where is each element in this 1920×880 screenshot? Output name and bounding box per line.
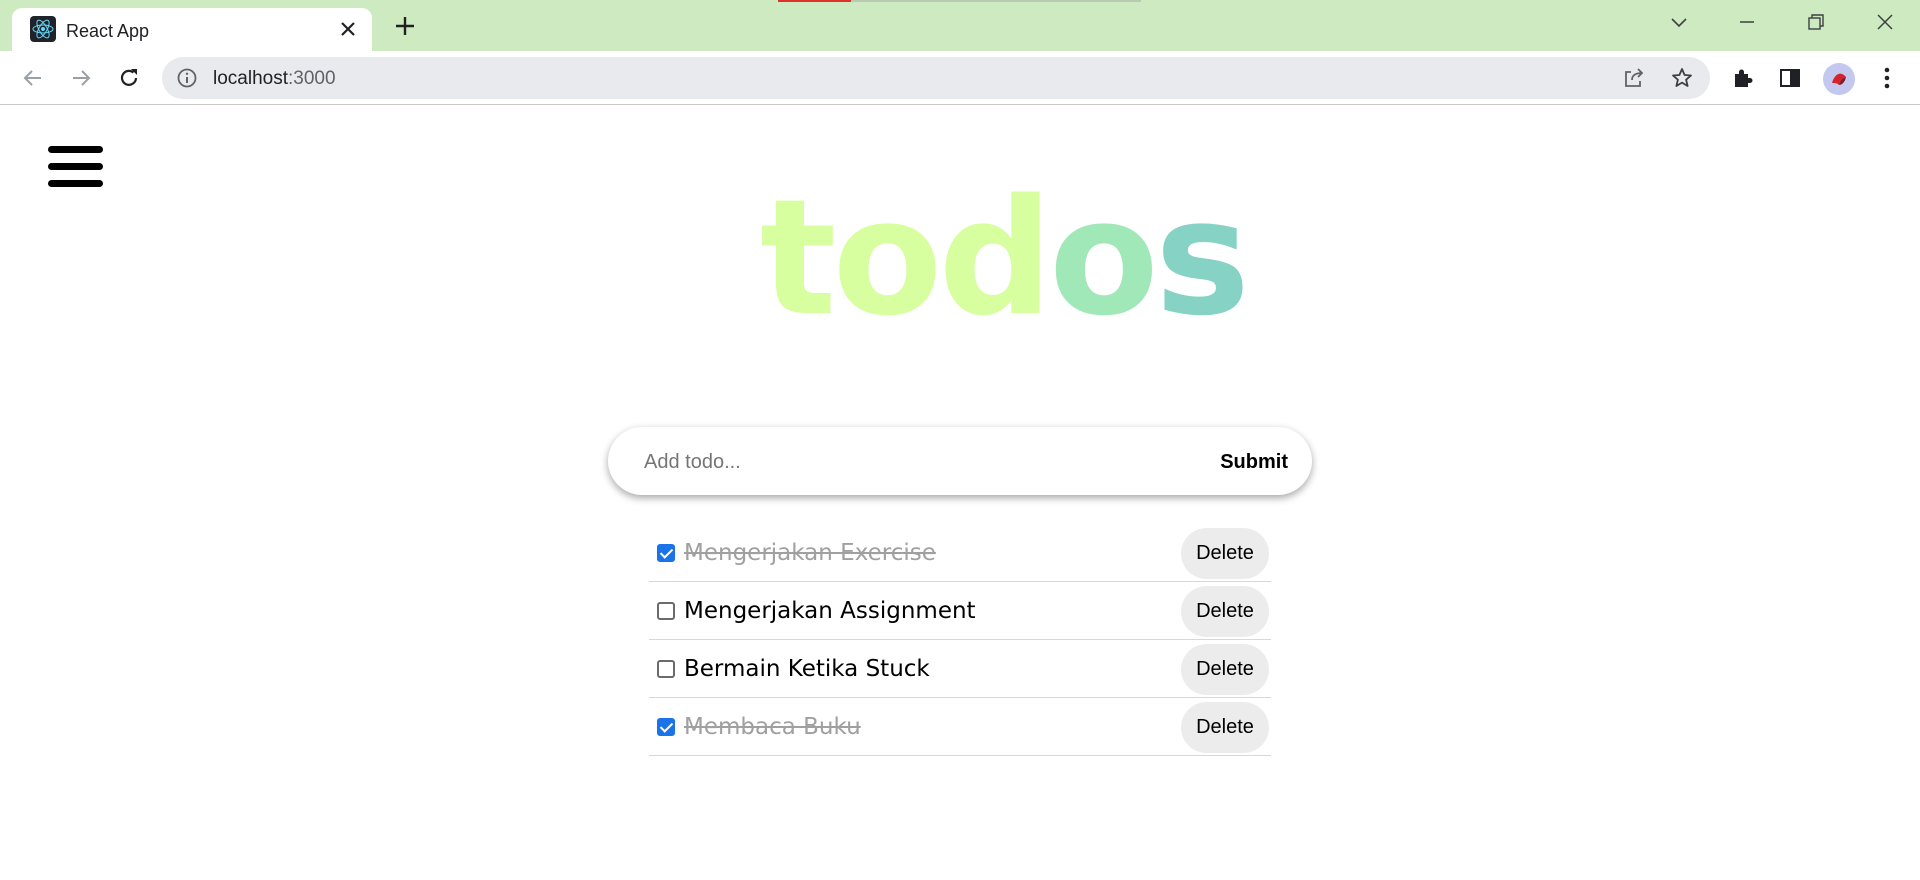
submit-button[interactable]: Submit [1220,445,1288,479]
plus-icon[interactable] [389,10,421,42]
todo-checkbox[interactable] [657,660,675,678]
star-icon[interactable] [1670,66,1694,90]
hamburger-icon[interactable] [48,146,104,188]
delete-button[interactable]: Delete [1181,528,1269,579]
todo-text: Mengerjakan Exercise [684,540,936,566]
todo-item: Membaca Buku Delete [649,698,1271,756]
todo-list: Mengerjakan Exercise Delete Mengerjakan … [649,524,1271,756]
todo-checkbox[interactable] [657,718,675,736]
add-todo-form: Submit [608,427,1312,495]
delete-button[interactable]: Delete [1181,586,1269,637]
share-icon[interactable] [1622,66,1646,90]
loading-indicator [778,0,851,2]
info-icon[interactable] [176,67,198,89]
todo-item: Bermain Ketika Stuck Delete [649,640,1271,698]
app-title-part-3: s [1154,164,1250,351]
todo-checkbox[interactable] [657,602,675,620]
kebab-menu-icon[interactable] [1872,63,1902,93]
todo-item: Mengerjakan Assignment Delete [649,582,1271,640]
url-text[interactable]: localhost:3000 [213,68,336,90]
extensions-icon[interactable] [1728,63,1758,93]
todo-text: Mengerjakan Assignment [684,598,976,624]
address-bar[interactable]: localhost:3000 [162,57,1710,99]
window-close-icon[interactable] [1865,6,1905,38]
app-title-part-2: o [1048,164,1159,351]
tab-strip: React App [0,0,1920,51]
todo-text: Membaca Buku [684,714,861,740]
tab-title: React App [66,21,150,41]
delete-button[interactable]: Delete [1181,702,1269,753]
minimize-icon[interactable] [1727,6,1767,38]
side-panel-icon[interactable] [1775,63,1805,93]
todo-item: Mengerjakan Exercise Delete [649,524,1271,582]
forward-arrow-icon[interactable] [64,61,98,95]
reload-icon[interactable] [112,61,146,95]
browser-toolbar: localhost:3000 [0,51,1920,105]
app-title-part-1: tod [760,164,1053,351]
delete-button[interactable]: Delete [1181,644,1269,695]
browser-tab[interactable]: React App [12,8,372,51]
url-host: localhost [213,68,288,89]
add-todo-input[interactable] [644,445,1184,479]
app-title: todos [760,178,1250,338]
todo-checkbox[interactable] [657,544,675,562]
restore-icon[interactable] [1796,6,1836,38]
loading-track [851,0,1141,2]
url-port: :3000 [288,68,336,89]
todo-text: Bermain Ketika Stuck [684,656,930,682]
react-favicon [30,16,56,42]
close-icon[interactable] [335,16,361,42]
avatar[interactable] [1823,63,1855,95]
back-arrow-icon[interactable] [16,61,50,95]
chevron-down-icon[interactable] [1659,6,1699,38]
